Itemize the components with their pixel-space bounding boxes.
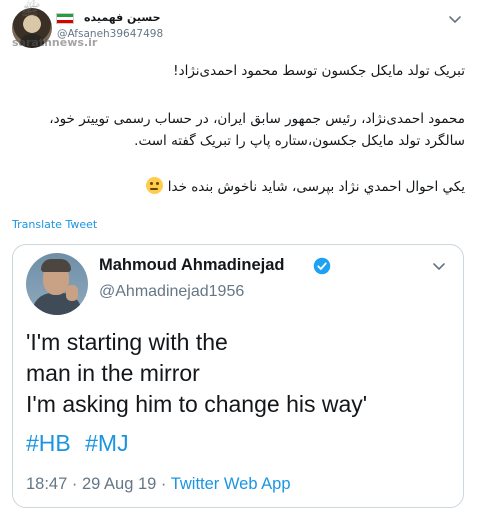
tweet-date[interactable]: 29 Aug 19 bbox=[82, 475, 156, 493]
iran-flag-icon bbox=[56, 13, 74, 24]
tweet-text-paragraph: يکي احوال احمدي نژاد بپرسی، شاید ناخوش ب… bbox=[167, 179, 465, 195]
quoted-author-handle[interactable]: @Ahmadinejad1956 bbox=[99, 283, 244, 301]
source-app-link[interactable]: Twitter Web App bbox=[171, 475, 291, 493]
quoted-author-name[interactable]: Mahmoud Ahmadinejad bbox=[99, 256, 284, 275]
quoted-tweet-text: 'I'm starting with the man in the mirror… bbox=[26, 327, 367, 420]
tweet-metadata: 18:47 · 29 Aug 19 · Twitter Web App bbox=[26, 475, 291, 494]
flag-stripe-red bbox=[57, 19, 73, 23]
tweet-time[interactable]: 18:47 bbox=[26, 475, 67, 493]
watermark-logo-icon: ﷺ bbox=[20, 1, 39, 19]
thinking-face-icon bbox=[146, 177, 164, 194]
author-name[interactable]: حسین فهمیده bbox=[84, 11, 161, 24]
hashtag-link[interactable]: #HB bbox=[26, 430, 71, 456]
chevron-down-icon[interactable] bbox=[445, 12, 465, 28]
quoted-tweet-card[interactable]: Mahmoud Ahmadinejad @Ahmadinejad1956 'I'… bbox=[12, 244, 464, 508]
tweet-text-paragraph: محمود احمدی‌نژاد، رئیس جمهور سابق ایران،… bbox=[49, 111, 465, 149]
outer-tweet-header: ﷺ حسین فهمیده @Afsaneh39647498 sarathnew… bbox=[0, 0, 479, 52]
watermark-text: sarathnews.ir bbox=[12, 36, 98, 49]
separator-dot: · bbox=[71, 475, 78, 493]
avatar[interactable] bbox=[26, 253, 88, 315]
hashtag-link[interactable]: #MJ bbox=[85, 430, 128, 456]
verified-badge-icon bbox=[313, 257, 331, 275]
chevron-down-icon[interactable] bbox=[429, 259, 449, 275]
tweet-text-paragraph: تبریک تولد مایکل جکسون توسط محمود احمدی‌… bbox=[173, 63, 465, 79]
avatar-hand bbox=[66, 285, 78, 301]
quoted-text-line: 'I'm starting with the bbox=[26, 329, 228, 355]
separator-dot: · bbox=[160, 475, 167, 493]
quoted-text-line: I'm asking him to change his way' bbox=[26, 391, 368, 417]
tweet-text-paragraph-with-emoji: يکي احوال احمدي نژاد بپرسی، شاید ناخوش ب… bbox=[10, 176, 465, 198]
translate-tweet-link[interactable]: Translate Tweet bbox=[12, 218, 97, 231]
quoted-text-line: man in the mirror bbox=[26, 360, 200, 386]
hashtag-list: #HB #MJ bbox=[26, 430, 137, 457]
avatar-hair bbox=[41, 259, 71, 272]
